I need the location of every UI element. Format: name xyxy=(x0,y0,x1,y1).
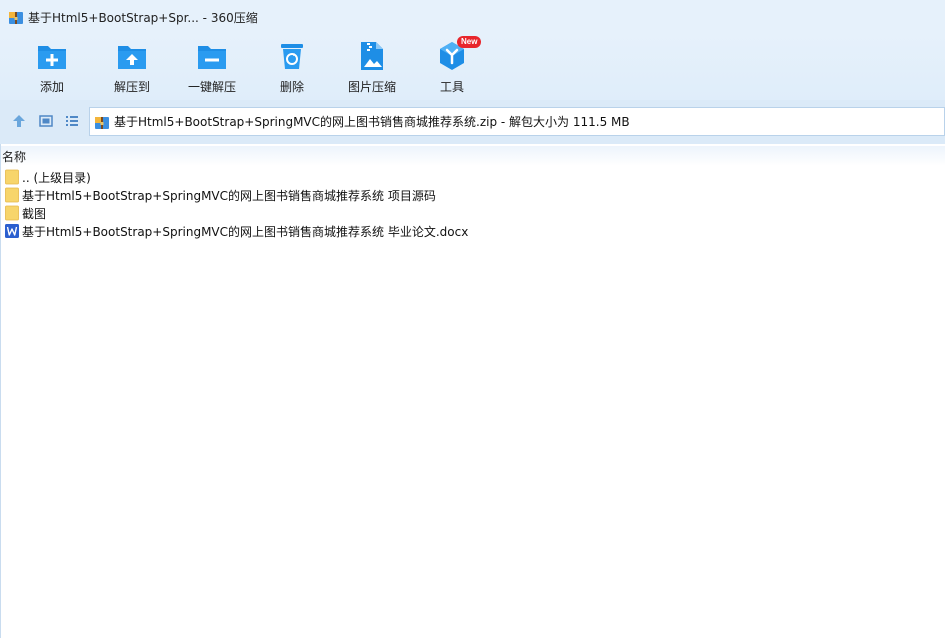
image-compress-icon xyxy=(361,42,383,70)
file-name: 基于Html5+BootStrap+SpringMVC的网上图书销售商城推荐系统… xyxy=(22,224,469,239)
word-document-icon xyxy=(5,224,19,238)
list-item[interactable]: .. (上级目录) xyxy=(1,168,945,186)
view-thumbnail-button[interactable] xyxy=(37,112,55,130)
archive-icon xyxy=(9,12,23,24)
arrow-up-icon xyxy=(13,115,25,127)
toolbar: 添加 解压到 一键解压 删除 图片压缩 New 工具 xyxy=(0,34,945,100)
delete-label: 删除 xyxy=(279,80,304,94)
add-button[interactable]: 添加 xyxy=(12,39,92,97)
extract-to-label: 解压到 xyxy=(113,80,150,94)
image-compress-label: 图片压缩 xyxy=(347,80,396,94)
one-click-extract-icon xyxy=(198,46,226,69)
list-item[interactable]: 基于Html5+BootStrap+SpringMVC的网上图书销售商城推荐系统… xyxy=(1,222,945,240)
folder-icon xyxy=(5,187,19,203)
file-name: .. (上级目录) xyxy=(22,170,91,185)
new-badge: New xyxy=(457,36,482,48)
extract-to-button[interactable]: 解压到 xyxy=(92,39,172,97)
one-click-extract-label: 一键解压 xyxy=(187,80,236,94)
folder-icon xyxy=(5,169,19,185)
list-item[interactable]: 截图 xyxy=(1,204,945,222)
folder-icon xyxy=(5,205,19,221)
title-bar: 基于Html5+BootStrap+Spr... - 360压缩 xyxy=(0,0,945,34)
tools-button[interactable]: New 工具 xyxy=(412,36,492,97)
thumbnail-view-icon xyxy=(39,115,53,127)
list-view-icon xyxy=(66,116,78,126)
path-text: 基于Html5+BootStrap+SpringMVC的网上图书销售商城推荐系统… xyxy=(114,115,630,129)
file-name: 截图 xyxy=(22,206,47,221)
list-item[interactable]: 基于Html5+BootStrap+SpringMVC的网上图书销售商城推荐系统… xyxy=(1,186,945,204)
file-list: 名称 .. (上级目录) 基于Html5+BootStrap+SpringMVC… xyxy=(0,144,945,638)
add-folder-icon xyxy=(38,46,66,69)
image-compress-button[interactable]: 图片压缩 xyxy=(332,39,412,97)
delete-button[interactable]: 删除 xyxy=(252,39,332,97)
delete-icon xyxy=(281,44,303,69)
tools-label: 工具 xyxy=(439,80,464,94)
column-header-name[interactable]: 名称 xyxy=(1,146,945,166)
file-name: 基于Html5+BootStrap+SpringMVC的网上图书销售商城推荐系统… xyxy=(22,188,436,203)
extract-to-folder-icon xyxy=(118,46,146,69)
window-title: 基于Html5+BootStrap+Spr... - 360压缩 xyxy=(28,10,258,25)
file-rows: .. (上级目录) 基于Html5+BootStrap+SpringMVC的网上… xyxy=(1,168,945,240)
zip-file-icon xyxy=(95,116,109,129)
up-level-button[interactable] xyxy=(10,112,28,130)
view-list-button[interactable] xyxy=(63,112,81,130)
add-label: 添加 xyxy=(39,80,64,94)
path-bar[interactable]: 基于Html5+BootStrap+SpringMVC的网上图书销售商城推荐系统… xyxy=(89,107,945,136)
navigation-bar: 基于Html5+BootStrap+SpringMVC的网上图书销售商城推荐系统… xyxy=(0,100,945,144)
one-click-extract-button[interactable]: 一键解压 xyxy=(172,39,252,97)
column-name-label: 名称 xyxy=(2,149,27,164)
